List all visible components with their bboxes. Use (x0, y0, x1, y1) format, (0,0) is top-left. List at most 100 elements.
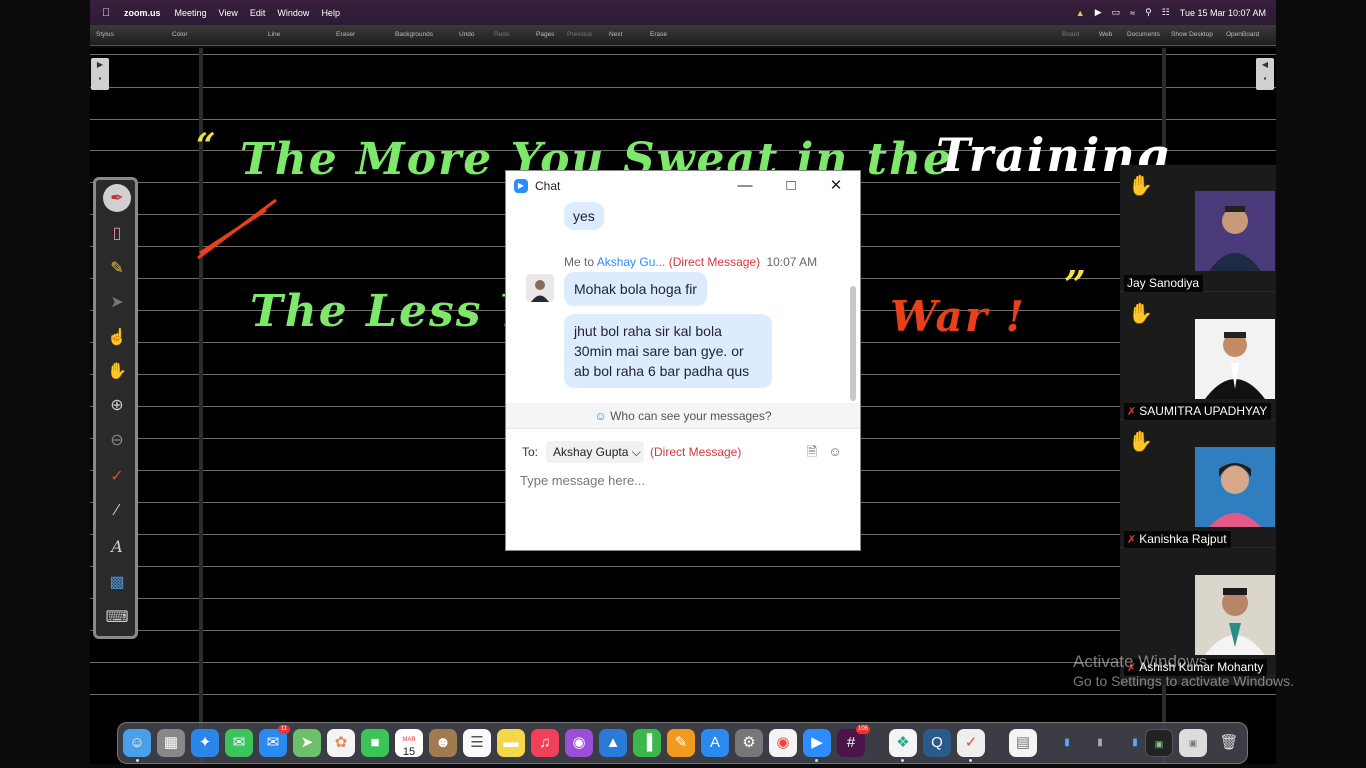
running-indicator (815, 759, 818, 762)
tb-color[interactable]: Color (172, 31, 188, 38)
recipient-dropdown[interactable]: Akshay Gupta ⌵ (546, 441, 644, 463)
hand-icon[interactable]: ✋ (103, 357, 131, 385)
wifi-icon[interactable]: ≈ (1130, 8, 1135, 18)
app-store-icon[interactable]: A (701, 729, 729, 757)
eraser-icon[interactable]: ▯ (103, 219, 131, 247)
podcasts-icon[interactable]: ◉ (565, 729, 593, 757)
mac-menu-bar:  zoom.us Meeting View Edit Window Help … (90, 0, 1276, 25)
tb-next[interactable]: Next (609, 31, 622, 38)
chat-message-bubble: jhut bol raha sir kal bola 30min mai sar… (564, 314, 772, 388)
chrome-icon[interactable]: ◉ (769, 729, 797, 757)
stack-icon[interactable]: ▮ (1086, 729, 1114, 757)
record-icon[interactable]: ▶ (1095, 7, 1102, 18)
launchpad-icon[interactable]: ▦ (157, 729, 185, 757)
raised-hand-icon: ✋ (1128, 175, 1153, 197)
zoom-icon[interactable]: ▶ (803, 729, 831, 757)
chat-message-bubble: Mohak bola hoga fir (564, 272, 707, 306)
screenshot-thumbnail-icon[interactable]: ▣ (1145, 729, 1173, 757)
document-icon[interactable]: ▤ (1009, 729, 1037, 757)
tb-undo[interactable]: Undo (459, 31, 475, 38)
menu-help[interactable]: Help (321, 8, 340, 18)
capture-icon[interactable]: ▩ (103, 568, 131, 596)
who-can-see-link[interactable]: ☺ Who can see your messages? (506, 403, 860, 429)
messages-icon[interactable]: ✉ (225, 729, 253, 757)
zoom-out-icon[interactable]: ⊖ (103, 426, 131, 454)
maximize-button[interactable]: □ (779, 175, 803, 197)
emoji-icon[interactable]: ☺ (827, 444, 843, 460)
tb-backgrounds[interactable]: Backgrounds (395, 31, 433, 38)
pages-icon[interactable]: ✎ (667, 729, 695, 757)
participant-photo (1195, 319, 1275, 399)
meta-recipient[interactable]: Akshay Gu... (597, 255, 666, 269)
menu-meeting[interactable]: Meeting (175, 8, 207, 18)
calendar-icon[interactable]: MAR 15 (395, 729, 423, 758)
tb-documents[interactable]: Documents (1127, 31, 1160, 38)
openboard-status-icon[interactable]: ▲ (1076, 8, 1085, 18)
chat-title-bar[interactable]: ▶ Chat — □ ✕ (506, 171, 860, 201)
chat-message-bubble: yes (564, 202, 604, 230)
line-icon[interactable]: ∕ (103, 497, 131, 525)
quicktime-icon[interactable]: Q (923, 729, 951, 757)
close-button[interactable]: ✕ (824, 175, 848, 197)
app-menu-zoom[interactable]: zoom.us (124, 8, 161, 18)
contacts-icon[interactable]: ☻ (429, 729, 457, 757)
participant-photo (1195, 191, 1275, 271)
tb-show-desktop[interactable]: Show Desktop (1171, 31, 1213, 38)
tb-previous[interactable]: Previous (567, 31, 592, 38)
notes-icon[interactable]: ▬ (497, 729, 525, 757)
chat-scrollbar-thumb[interactable] (850, 286, 856, 401)
reminders-icon[interactable]: ☰ (463, 729, 491, 757)
stack-icon[interactable]: ▮ (1053, 729, 1081, 757)
selector-icon[interactable]: ➤ (103, 288, 131, 316)
file-icon[interactable]: 🗎 (804, 444, 820, 460)
chat-title: Chat (535, 179, 561, 193)
tb-web[interactable]: Web (1099, 31, 1112, 38)
tb-stylus[interactable]: Stylus (96, 31, 114, 38)
photos-icon[interactable]: ✿ (327, 729, 355, 757)
marker-icon[interactable]: ✎ (103, 254, 131, 282)
preview-icon[interactable]: ✓ (957, 729, 985, 757)
system-preferences-icon[interactable]: ⚙ (735, 729, 763, 757)
menu-clock[interactable]: Tue 15 Mar 10:07 AM (1180, 8, 1266, 18)
control-center-icon[interactable]: ☷ (1162, 7, 1170, 18)
laser-pointer-icon[interactable]: ✓ (103, 462, 131, 490)
quote-close: ” (1064, 262, 1088, 307)
text-icon[interactable]: A (103, 532, 131, 560)
battery-icon[interactable]: ▭ (1112, 7, 1121, 18)
apple-icon[interactable]:  (102, 7, 116, 19)
finder-icon[interactable]: ☺ (123, 729, 151, 757)
participant-name: ✗ Kanishka Rajput (1124, 531, 1231, 548)
openboard-icon[interactable]: ❖ (889, 729, 917, 757)
participant-tile[interactable]: ✋ ✗ SAUMITRA UPADHYAY (1120, 293, 1276, 420)
maps-icon[interactable]: ➤ (293, 729, 321, 757)
chat-message-input[interactable] (520, 469, 840, 491)
menu-view[interactable]: View (219, 8, 238, 18)
trash-icon[interactable]: 🗑 (1215, 729, 1243, 757)
screenshot-thumbnail-icon[interactable]: ▣ (1179, 729, 1207, 757)
running-indicator (969, 759, 972, 762)
numbers-icon[interactable]: ▐ (633, 729, 661, 757)
tb-openboard[interactable]: OpenBoard (1226, 31, 1259, 38)
tb-line[interactable]: Line (268, 31, 280, 38)
tb-board[interactable]: Board (1062, 31, 1079, 38)
participant-tile[interactable]: ✋ ✗ Kanishka Rajput (1120, 421, 1276, 548)
tb-erase[interactable]: Erase (650, 31, 667, 38)
running-indicator (136, 759, 139, 762)
keynote-icon[interactable]: ▲ (599, 729, 627, 757)
keyboard-icon[interactable]: ⌨ (103, 603, 131, 631)
menu-edit[interactable]: Edit (250, 8, 266, 18)
menu-window[interactable]: Window (277, 8, 309, 18)
minimize-button[interactable]: — (733, 175, 757, 197)
tb-pages[interactable]: Pages (536, 31, 554, 38)
tb-eraser[interactable]: Eraser (336, 31, 355, 38)
zoom-in-icon[interactable]: ⊕ (103, 391, 131, 419)
spotlight-search-icon[interactable]: ⚲ (1145, 7, 1152, 18)
music-icon[interactable]: ♫ (531, 729, 559, 757)
tb-redo[interactable]: Redo (494, 31, 510, 38)
interact-icon[interactable]: ☝ (103, 323, 131, 351)
pen-icon[interactable]: ✒ (103, 184, 131, 212)
safari-icon[interactable]: ✦ (191, 729, 219, 757)
participant-tile[interactable]: ✋ Jay Sanodiya (1120, 165, 1276, 292)
facetime-icon[interactable]: ■ (361, 729, 389, 757)
to-label: To: (522, 445, 539, 459)
